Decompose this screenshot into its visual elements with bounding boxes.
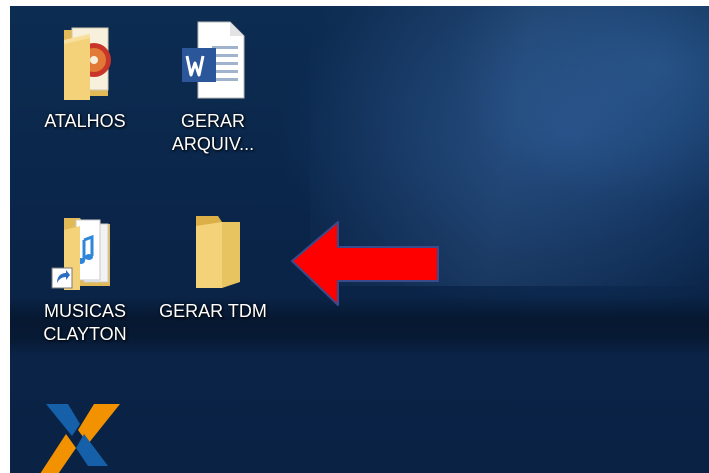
- desktop-icon-label: GERAR TDM: [159, 301, 267, 321]
- desktop-icon-label: GERAR ARQUIV...: [171, 111, 255, 154]
- word-document-icon: [178, 20, 248, 104]
- desktop-icon-gerar-tdm[interactable]: GERAR TDM: [158, 210, 268, 323]
- red-arrow-annotation: [291, 221, 439, 306]
- caixa-logo-icon: [40, 404, 120, 473]
- desktop-icon-label: MUSICAS CLAYTON: [43, 301, 127, 344]
- desktop-wallpaper: ATALHOS GERAR ARQUIV... MUSICAS CLAYTON …: [10, 6, 709, 473]
- folder-icon: [178, 210, 248, 294]
- desktop-icon-gerar-arquivo[interactable]: GERAR ARQUIV...: [158, 20, 268, 156]
- desktop-icon-atalhos[interactable]: ATALHOS: [30, 20, 140, 133]
- desktop-icon-label: ATALHOS: [44, 111, 126, 131]
- desktop-icon-musicas-clayton[interactable]: MUSICAS CLAYTON: [30, 210, 140, 346]
- folder-media-icon: [50, 20, 120, 104]
- music-folder-shortcut-icon: [50, 210, 120, 294]
